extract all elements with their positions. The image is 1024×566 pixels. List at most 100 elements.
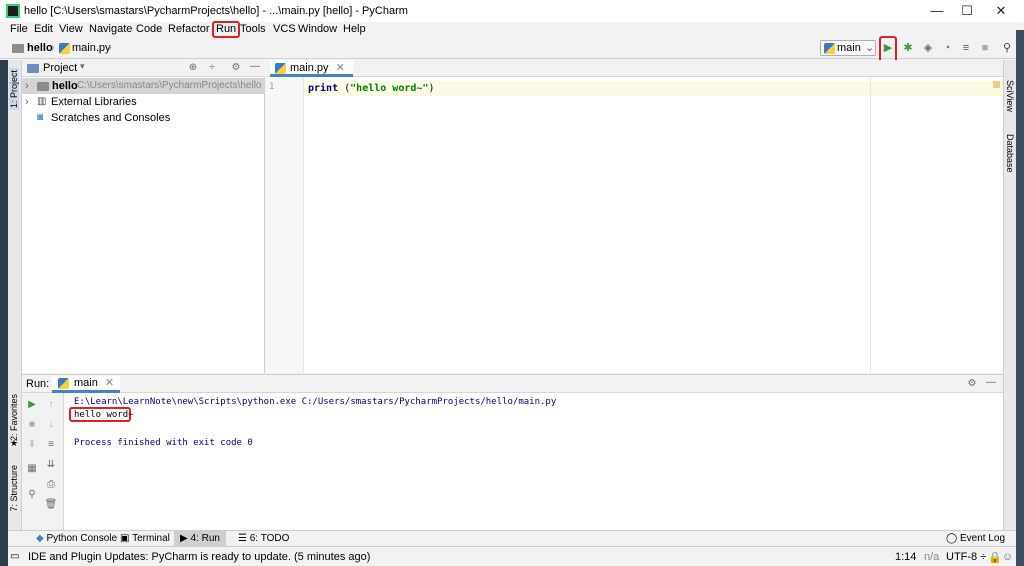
close-tab-icon[interactable]: ✕ bbox=[336, 62, 345, 74]
caret-position[interactable]: 1:14 bbox=[895, 551, 916, 563]
rerun-icon[interactable]: ▶ bbox=[25, 399, 39, 410]
run-tool-window: Run: main ✕ ⚙ — ▶ ↑ ■ ↓ ‖ ≡ ⇊ ▦ ⎙ ⚲ 🗑 E:… bbox=[22, 374, 1003, 531]
menu-navigate[interactable]: Navigate bbox=[87, 23, 134, 35]
run-icon: ▶ bbox=[180, 533, 188, 544]
python-file-icon bbox=[275, 63, 286, 74]
hide-icon[interactable]: — bbox=[248, 61, 262, 72]
chevron-down-icon[interactable]: ▾ bbox=[80, 61, 85, 72]
project-tool-tab[interactable]: 1: Project bbox=[9, 68, 19, 111]
gear-icon[interactable]: ⚙ bbox=[965, 378, 979, 389]
hide-icon[interactable]: — bbox=[984, 377, 998, 388]
search-icon[interactable]: ⚲ bbox=[999, 41, 1015, 55]
print-icon[interactable]: ⎙ bbox=[44, 479, 58, 490]
title-bar: hello [C:\Users\smastars\PycharmProjects… bbox=[0, 0, 1024, 22]
concurrency-icon[interactable]: ≡ bbox=[958, 41, 974, 55]
scroll-to-end-icon[interactable]: ⇊ bbox=[44, 459, 58, 470]
python-file-icon bbox=[59, 43, 70, 54]
run-icon[interactable]: ▶ bbox=[880, 41, 896, 55]
tab-label: Event Log bbox=[959, 533, 1006, 544]
git-icon[interactable]: ☺ bbox=[1002, 551, 1013, 563]
run-toolbar: ▶ ↑ ■ ↓ ‖ ≡ ⇊ ▦ ⎙ ⚲ 🗑 bbox=[22, 393, 64, 531]
project-panel-title[interactable]: Project bbox=[43, 62, 77, 74]
minimize-button[interactable]: — bbox=[920, 0, 954, 22]
menu-vcs[interactable]: VCS bbox=[271, 23, 298, 35]
tree-item-path: C:\Users\smastars\PycharmProjects\hello bbox=[77, 80, 262, 91]
file-encoding[interactable]: UTF-8 ÷ bbox=[946, 551, 986, 563]
favorites-tool-tab[interactable]: 2: Favorites bbox=[9, 394, 19, 441]
inspection-marker-icon bbox=[993, 81, 1000, 88]
layout-icon[interactable]: ▦ bbox=[25, 463, 39, 474]
profile-icon[interactable]: ◔ bbox=[939, 41, 955, 55]
scratches-icon: ◙ bbox=[37, 112, 44, 123]
line-separator[interactable]: n/a bbox=[924, 551, 939, 563]
folder-icon bbox=[12, 44, 24, 53]
bottom-tool-tabs: ◆ Python Console ▣ Terminal ▶ 4: Run ☰ 6… bbox=[8, 530, 1016, 547]
structure-tool-tab[interactable]: 7: Structure bbox=[9, 465, 19, 512]
debug-icon[interactable]: ✱ bbox=[900, 41, 916, 55]
line-gutter: 1 bbox=[266, 77, 304, 373]
run-configuration-select[interactable]: main ⌄ bbox=[820, 40, 876, 56]
tree-item-label: hello bbox=[52, 80, 78, 92]
code-line-1[interactable]: print ("hello word~") bbox=[304, 81, 1003, 96]
menu-file[interactable]: File bbox=[8, 23, 30, 35]
breadcrumb-project[interactable]: hello bbox=[27, 42, 53, 54]
event-log-tab[interactable]: ◯ Event Log bbox=[940, 531, 1011, 547]
desktop-right-edge bbox=[1016, 30, 1024, 566]
code-paren-open: ( bbox=[338, 83, 351, 94]
python-console-icon: ◆ bbox=[36, 533, 44, 544]
python-console-tab[interactable]: ◆ Python Console bbox=[30, 531, 123, 547]
lock-icon[interactable]: 🔒 bbox=[988, 551, 1002, 564]
tab-label: 6: TODO bbox=[249, 533, 290, 544]
terminal-tab[interactable]: ▣ Terminal bbox=[114, 531, 176, 547]
code-function: print bbox=[308, 83, 339, 94]
tree-item-scratches[interactable]: ◙ Scratches and Consoles bbox=[22, 110, 265, 126]
locate-icon[interactable]: ⊕ bbox=[186, 62, 200, 73]
down-arrow-icon[interactable]: ↓ bbox=[44, 419, 58, 430]
stop-icon[interactable]: ■ bbox=[977, 41, 993, 55]
coverage-icon[interactable]: ◈ bbox=[920, 41, 936, 55]
breadcrumb-chevron-icon: › bbox=[108, 42, 112, 54]
tree-item-hello[interactable]: › hello C:\Users\smastars\PycharmProject… bbox=[22, 78, 265, 94]
pin-icon[interactable]: ⚲ bbox=[25, 489, 39, 500]
run-panel-header: Run: main ✕ ⚙ — bbox=[22, 375, 1003, 393]
pause-icon[interactable]: ‖ bbox=[25, 439, 39, 450]
tab-main-py[interactable]: main.py ✕ bbox=[270, 60, 353, 77]
menu-edit[interactable]: Edit bbox=[32, 23, 55, 35]
tab-label: 4: Run bbox=[190, 533, 220, 544]
chevron-right-icon[interactable]: › bbox=[25, 78, 29, 94]
menu-refactor[interactable]: Refactor bbox=[166, 23, 212, 35]
database-tool-tab[interactable]: Database bbox=[1005, 134, 1015, 173]
sciview-tool-tab[interactable]: SciView bbox=[1005, 80, 1015, 112]
project-view-icon bbox=[27, 64, 39, 73]
close-button[interactable]: ✕ bbox=[984, 0, 1018, 22]
maximize-button[interactable]: ☐ bbox=[950, 0, 984, 22]
run-tab-label: main bbox=[74, 377, 98, 389]
menu-code[interactable]: Code bbox=[134, 23, 164, 35]
close-tab-icon[interactable]: ✕ bbox=[105, 377, 114, 389]
menu-run[interactable]: Run bbox=[212, 21, 241, 38]
status-indicator-icon[interactable]: ▭ bbox=[10, 551, 19, 562]
run-tab-main[interactable]: main ✕ bbox=[52, 376, 121, 393]
tree-item-label: External Libraries bbox=[51, 96, 137, 108]
menu-tools[interactable]: Tools bbox=[238, 23, 268, 35]
todo-tab[interactable]: ☰ 6: TODO bbox=[232, 531, 295, 547]
menu-window[interactable]: Window bbox=[296, 23, 339, 35]
event-log-icon: ◯ bbox=[946, 533, 958, 544]
stop-icon[interactable]: ■ bbox=[25, 419, 39, 430]
run-tool-tab[interactable]: ▶ 4: Run bbox=[174, 531, 226, 547]
tree-item-label: Scratches and Consoles bbox=[51, 112, 171, 124]
trash-icon[interactable]: 🗑 bbox=[44, 499, 58, 510]
menu-help[interactable]: Help bbox=[341, 23, 368, 35]
collapse-all-icon[interactable]: ÷ bbox=[205, 62, 219, 73]
chevron-right-icon[interactable]: › bbox=[25, 94, 29, 110]
menu-view[interactable]: View bbox=[57, 23, 85, 35]
console-command: E:\Learn\LearnNote\new\Scripts\python.ex… bbox=[74, 397, 557, 407]
pycharm-window: hello [C:\Users\smastars\PycharmProjects… bbox=[0, 0, 1024, 566]
soft-wrap-icon[interactable]: ≡ bbox=[44, 439, 58, 450]
up-arrow-icon[interactable]: ↑ bbox=[44, 399, 58, 410]
tree-item-external-libraries[interactable]: › ▥ External Libraries bbox=[22, 94, 265, 110]
breadcrumb-file[interactable]: main.py bbox=[72, 42, 111, 54]
status-message[interactable]: IDE and Plugin Updates: PyCharm is ready… bbox=[28, 551, 370, 563]
gear-icon[interactable]: ⚙ bbox=[229, 62, 243, 73]
window-title: hello [C:\Users\smastars\PycharmProjects… bbox=[24, 5, 408, 17]
